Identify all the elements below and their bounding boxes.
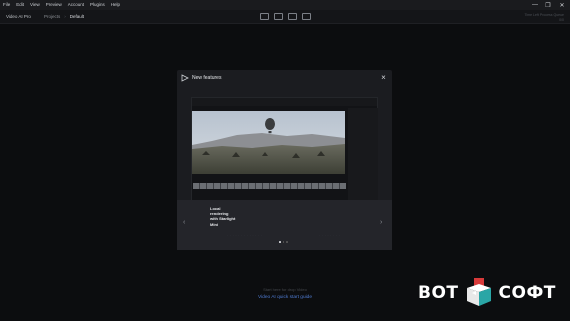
new-features-dialog: New features × ‹ Local rendering with St… xyxy=(177,70,392,250)
split-view-icon[interactable] xyxy=(274,13,283,20)
preview-timeline xyxy=(193,183,346,189)
process-queue-label: Time Left Process Queue xyxy=(524,13,564,17)
menu-bar: File Edit View Preview Account Plugins H… xyxy=(0,0,570,10)
preview-settings-panel xyxy=(348,108,378,204)
watermark-text-left: ВОТ xyxy=(418,283,459,303)
faint-caption-left: · · · · · · · · · · · · · xyxy=(227,233,263,237)
dialog-header: New features × xyxy=(177,70,392,86)
process-queue-count: 0/0 xyxy=(559,18,564,22)
watermark-text-right: СОФТ xyxy=(498,283,556,303)
faint-caption-right: · · · · · · · · xyxy=(319,233,341,237)
box-logo-icon xyxy=(466,278,491,306)
landscape-image xyxy=(192,111,345,174)
menu-account[interactable]: Account xyxy=(65,0,87,10)
breadcrumb-separator: › xyxy=(64,14,66,19)
top-bar: Video AI Pro Projects › Default Time Left … xyxy=(0,10,570,24)
preview-video-frame xyxy=(192,111,345,174)
watermark-logo: ВОТ СОФТ xyxy=(418,278,556,308)
app-title: Video AI Pro xyxy=(6,14,31,19)
close-icon[interactable]: × xyxy=(379,73,388,82)
menu-edit[interactable]: Edit xyxy=(13,0,27,10)
menu-file[interactable]: File xyxy=(0,0,13,10)
feature-caption: Local rendering with Starlight Mini xyxy=(210,206,236,227)
carousel-pagination xyxy=(279,241,288,243)
dialog-title: New features xyxy=(192,75,222,81)
breadcrumb-projects[interactable]: Projects xyxy=(44,14,60,19)
menu-plugins[interactable]: Plugins xyxy=(87,0,108,10)
process-queue: Time Left Process Queue 0/0 xyxy=(524,13,564,23)
menu-view[interactable]: View xyxy=(27,0,43,10)
side-by-side-icon[interactable] xyxy=(288,13,297,20)
sparkle-icon xyxy=(181,74,189,82)
menu-preview[interactable]: Preview xyxy=(43,0,65,10)
breadcrumb-current: Default xyxy=(69,14,85,19)
page-dot-3[interactable] xyxy=(286,241,288,243)
single-view-icon[interactable] xyxy=(260,13,269,20)
next-feature-button[interactable]: › xyxy=(380,219,382,226)
close-window-button[interactable]: ✕ xyxy=(552,0,570,10)
page-dot-1[interactable] xyxy=(279,241,281,243)
feature-carousel: ‹ Local rendering with Starlight Mini › … xyxy=(177,200,392,250)
previous-feature-button[interactable]: ‹ xyxy=(183,219,185,226)
feature-preview-image xyxy=(191,97,378,217)
menu-help[interactable]: Help xyxy=(108,0,123,10)
breadcrumb: Projects › Default xyxy=(44,14,84,19)
page-dot-2[interactable] xyxy=(282,241,284,243)
compare-icon[interactable] xyxy=(302,13,311,20)
